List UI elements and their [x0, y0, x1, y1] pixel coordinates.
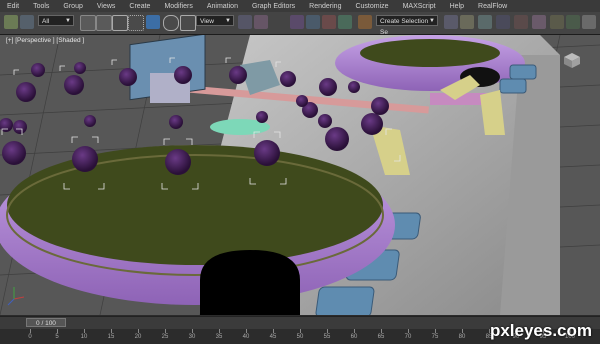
select-scale-icon[interactable]: [180, 15, 196, 31]
select-object-icon[interactable]: [80, 15, 96, 31]
menu-item-animation[interactable]: Animation: [200, 3, 245, 10]
timeline-tick-label: 30: [188, 334, 196, 340]
timeline-tick: [57, 329, 58, 333]
timeline-tick: [327, 329, 328, 333]
rectangle-selection-icon[interactable]: [112, 15, 128, 31]
menu-item-modifiers[interactable]: Modifiers: [157, 3, 199, 10]
timeline-tick: [84, 329, 85, 333]
timeline-tick-label: 25: [161, 334, 169, 340]
angle-snap-icon[interactable]: [306, 15, 320, 29]
window-crossing-icon[interactable]: [128, 15, 144, 31]
timeline-tick-label: 45: [269, 334, 277, 340]
percent-snap-icon[interactable]: [322, 15, 336, 29]
select-rotate-icon[interactable]: [163, 15, 179, 31]
timeline-tick: [273, 329, 274, 333]
mirror-icon[interactable]: [444, 15, 458, 29]
watermark: pxleyes.com: [489, 321, 592, 340]
timeline-tick-label: 80: [458, 334, 466, 340]
menu-item-edit[interactable]: Edit: [0, 3, 26, 10]
menu-item-group[interactable]: Group: [56, 3, 89, 10]
time-slider[interactable]: 0 / 100: [26, 318, 66, 327]
timeline-tick-label: 20: [134, 334, 142, 340]
timeline-tick-label: 55: [323, 334, 331, 340]
reference-coordinate-select[interactable]: View ▼: [196, 15, 234, 26]
deck-button: [499, 78, 527, 94]
timeline-tick: [192, 329, 193, 333]
menu-item-views[interactable]: Views: [90, 3, 123, 10]
timeline-tick: [354, 329, 355, 333]
timeline-tick-label: 70: [404, 334, 412, 340]
render-production-icon[interactable]: [582, 15, 596, 29]
timeline-tick-label: 75: [431, 334, 439, 340]
rendered-frame-icon[interactable]: [566, 15, 580, 29]
viewcube-icon[interactable]: [560, 51, 582, 69]
timeline-tick: [30, 329, 31, 333]
undo-icon[interactable]: [4, 15, 18, 29]
render-setup-icon[interactable]: [550, 15, 564, 29]
align-icon[interactable]: [460, 15, 474, 29]
selection-filter-select[interactable]: All ▼: [38, 15, 74, 26]
timeline-tick: [246, 329, 247, 333]
timeline-tick-label: 10: [80, 334, 88, 340]
main-toolbar: All ▼ View ▼ Create Selection Se ▼: [0, 12, 600, 36]
menu-item-create[interactable]: Create: [122, 3, 157, 10]
redo-icon[interactable]: [20, 15, 34, 29]
scene-render: [0, 35, 600, 315]
layer-manager-icon[interactable]: [478, 15, 492, 29]
named-selection-set-select[interactable]: Create Selection Se ▼: [376, 15, 438, 36]
select-move-icon[interactable]: [146, 15, 160, 29]
menu-item-customize[interactable]: Customize: [348, 3, 395, 10]
select-manipulate-icon[interactable]: [254, 15, 268, 29]
menu-item-maxscript[interactable]: MAXScript: [396, 3, 443, 10]
spindle-hole: [200, 250, 300, 315]
timeline-tick-label: 40: [242, 334, 250, 340]
spinner-snap-icon[interactable]: [338, 15, 352, 29]
select-by-name-icon[interactable]: [96, 15, 112, 31]
material-editor-icon[interactable]: [532, 15, 546, 29]
timeline-tick-label: 0: [28, 334, 32, 340]
timeline-tick: [300, 329, 301, 333]
menu-item-help[interactable]: Help: [443, 3, 471, 10]
timeline-tick: [435, 329, 436, 333]
edit-named-selection-icon[interactable]: [358, 15, 372, 29]
curve-editor-icon[interactable]: [514, 15, 528, 29]
timeline-tick: [138, 329, 139, 333]
timeline-tick-label: 35: [215, 334, 223, 340]
timeline-tick: [462, 329, 463, 333]
timeline-tick-label: 15: [107, 334, 115, 340]
timeline-tick: [111, 329, 112, 333]
graphite-modeling-icon[interactable]: [496, 15, 510, 29]
pivot-center-icon[interactable]: [238, 15, 252, 29]
menu-item-tools[interactable]: Tools: [26, 3, 56, 10]
timeline-tick-label: 60: [350, 334, 358, 340]
timeline-tick-label: 5: [55, 334, 59, 340]
viewport-label[interactable]: [+] [Perspective ] [Shaded ]: [6, 37, 84, 44]
timeline-tick: [219, 329, 220, 333]
perspective-viewport[interactable]: [+] [Perspective ] [Shaded ]: [0, 35, 600, 315]
menu-item-rendering[interactable]: Rendering: [302, 3, 348, 10]
timeline-tick-label: 65: [377, 334, 385, 340]
deck-button: [315, 286, 375, 315]
timeline-tick-label: 50: [296, 334, 304, 340]
timeline-tick: [408, 329, 409, 333]
snap-toggle-icon[interactable]: [290, 15, 304, 29]
menu-item-graph-editors[interactable]: Graph Editors: [245, 3, 302, 10]
deck-button: [509, 64, 537, 80]
timeline-tick: [165, 329, 166, 333]
platter-felt: [7, 145, 383, 265]
menu-item-realflow[interactable]: RealFlow: [471, 3, 514, 10]
timeline-tick: [381, 329, 382, 333]
